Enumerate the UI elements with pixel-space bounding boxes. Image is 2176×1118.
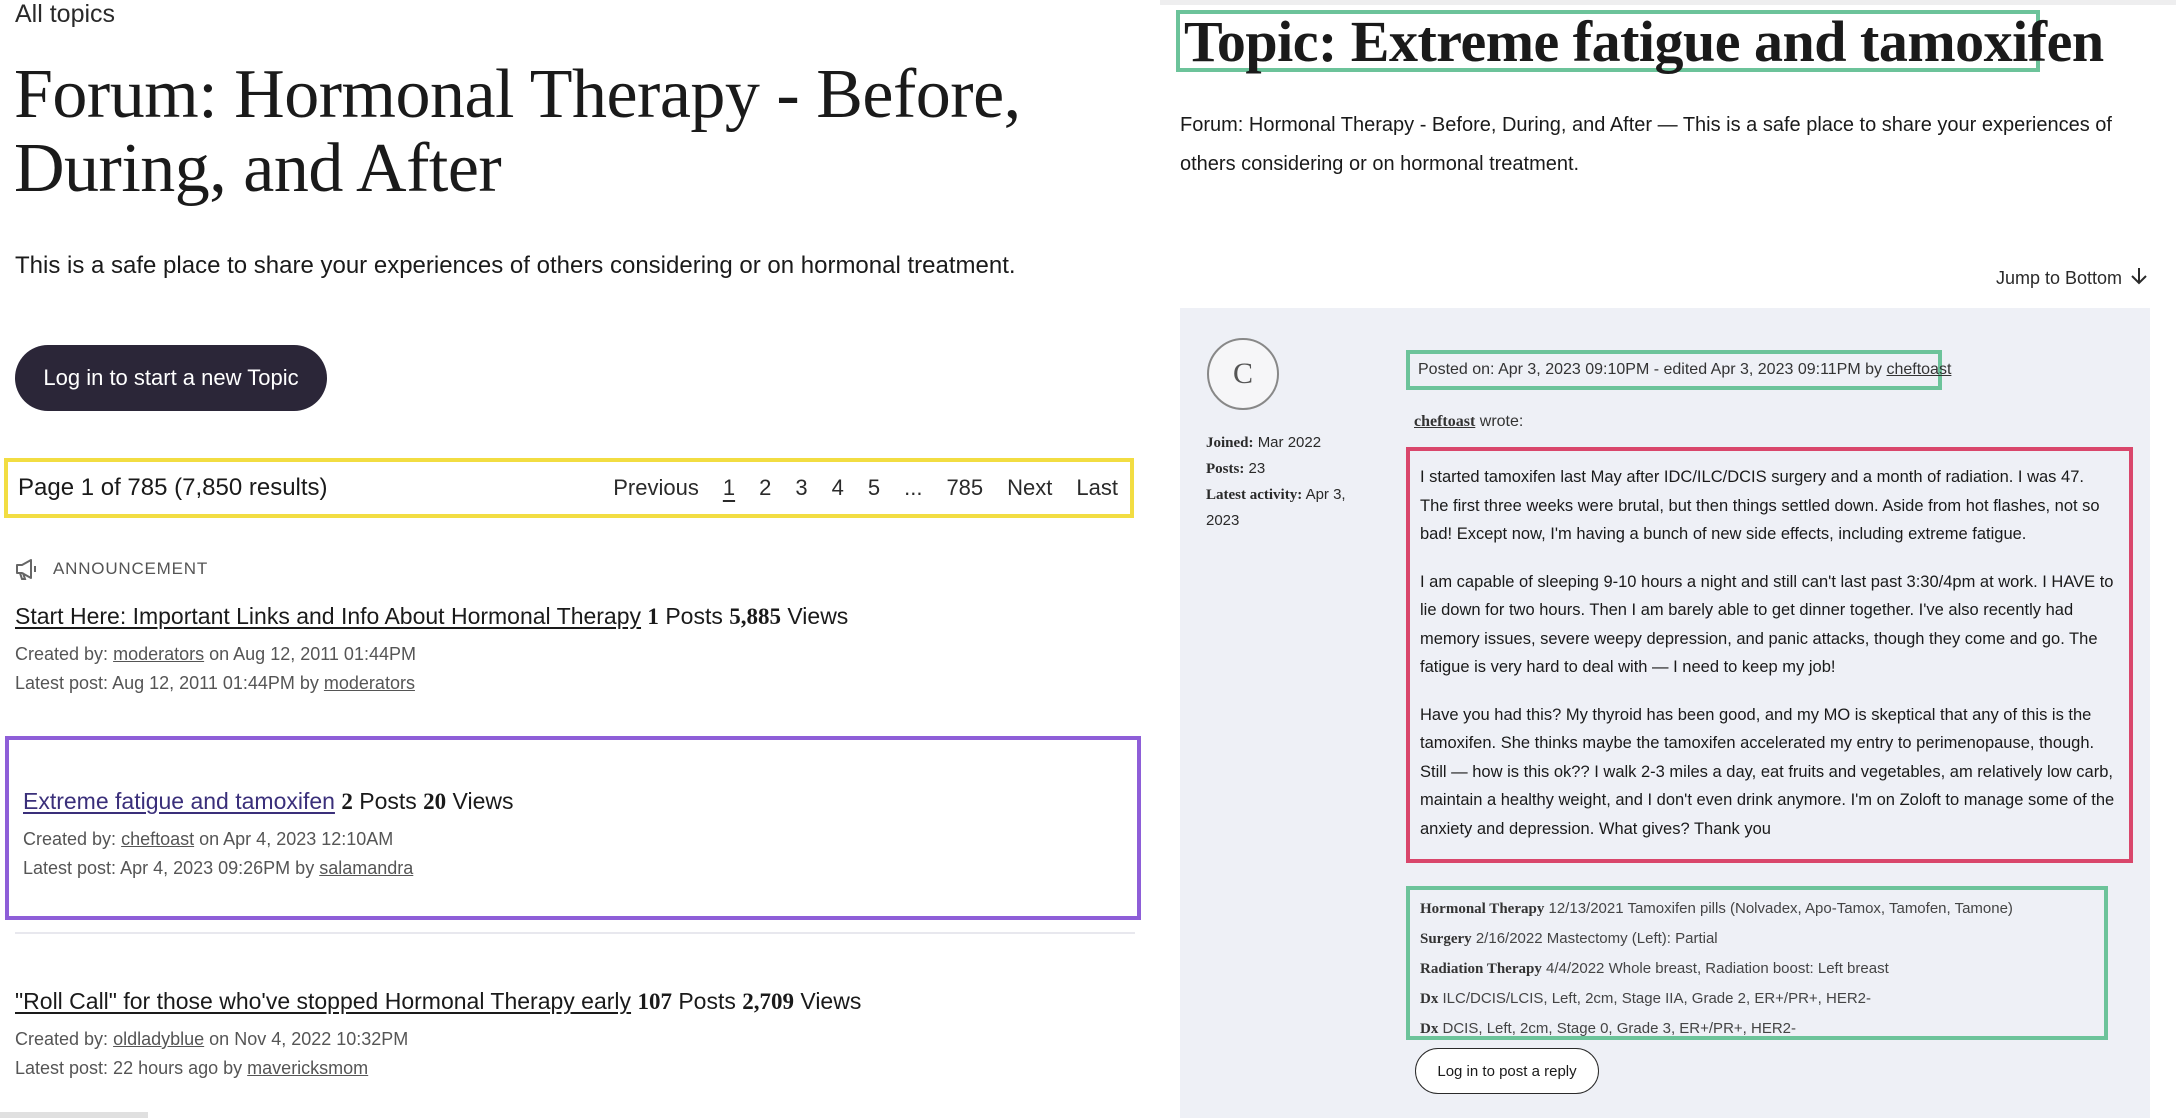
pagination-page-5[interactable]: 5 [868, 475, 880, 501]
arrow-down-icon [2130, 266, 2148, 291]
topic-posts-count: 2 [341, 789, 353, 814]
topic-author-link[interactable]: oldladyblue [113, 1029, 204, 1049]
signature-row: Dx DCIS, Left, 2cm, Stage 0, Grade 3, ER… [1420, 1014, 2104, 1044]
topic-views-count: 5,885 [729, 604, 781, 629]
joined-label: Joined: [1206, 435, 1254, 451]
topic-divider [15, 932, 1135, 934]
topic-row: Start Here: Important Links and Info Abo… [15, 603, 848, 698]
author-info: Joined: Mar 2022 Posts: 23 Latest activi… [1206, 430, 1366, 533]
post-paragraph: I started tamoxifen last May after IDC/I… [1420, 468, 2100, 543]
post-body: I started tamoxifen last May after IDC/I… [1406, 447, 2133, 863]
latest-post-user-link[interactable]: salamandra [319, 858, 413, 878]
posts-label: Posts: [1206, 461, 1245, 477]
forum-panel: All topics Forum: Hormonal Therapy - Bef… [0, 0, 1160, 1118]
quote-header: cheftoast wrote: [1414, 413, 1523, 431]
signature-row: Surgery 2/16/2022 Mastectomy (Left): Par… [1420, 924, 2104, 954]
quote-wrote-label: wrote: [1479, 413, 1524, 430]
topic-title-box: Topic: Extreme fatigue and tamoxifen [1176, 9, 2104, 74]
created-on-date: on Apr 4, 2023 12:10AM [199, 829, 394, 849]
post-card: C Joined: Mar 2022 Posts: 23 Latest acti… [1180, 308, 2150, 1118]
jump-to-bottom-link[interactable]: Jump to Bottom [1996, 266, 2148, 291]
pagination-bar: Page 1 of 785 (7,850 results) Previous 1… [4, 458, 1134, 518]
announcement-label: ANNOUNCEMENT [53, 559, 209, 578]
pagination-previous[interactable]: Previous [613, 475, 699, 501]
topic-views-label: Views [452, 788, 514, 814]
latest-post-prefix: Latest post: Aug 12, 2011 01:44PM by [15, 673, 319, 693]
topic-title: Topic: Extreme fatigue and tamoxifen [1184, 8, 2104, 74]
topic-title-link[interactable]: "Roll Call" for those who've stopped Hor… [15, 988, 631, 1014]
pagination-ellipsis: ... [904, 475, 923, 500]
treatment-signature: Hormonal Therapy 12/13/2021 Tamoxifen pi… [1406, 886, 2108, 1040]
breadcrumb-all-topics[interactable]: All topics [15, 0, 115, 29]
latest-post-user-link[interactable]: moderators [324, 673, 415, 693]
created-by-prefix: Created by: [15, 1029, 109, 1049]
pagination-summary: Page 1 of 785 (7,850 results) [18, 474, 328, 501]
created-on-date: on Aug 12, 2011 01:44PM [209, 644, 416, 664]
topic-panel: Topic: Extreme fatigue and tamoxifen For… [1160, 0, 2176, 1118]
forum-description: This is a safe place to share your exper… [15, 252, 1016, 279]
posted-on-text: Posted on: Apr 3, 2023 09:10PM - edited … [1418, 361, 1883, 378]
signature-label: Surgery [1420, 931, 1472, 947]
topic-author-link[interactable]: moderators [113, 644, 204, 664]
latest-post-user-link[interactable]: mavericksmom [247, 1058, 368, 1078]
latest-activity-label: Latest activity: [1206, 487, 1303, 503]
signature-value: DCIS, Left, 2cm, Stage 0, Grade 3, ER+/P… [1442, 1020, 1796, 1037]
signature-value: 2/16/2022 Mastectomy (Left): Partial [1475, 930, 1718, 947]
topic-title-link[interactable]: Start Here: Important Links and Info Abo… [15, 603, 641, 629]
pagination-page-1[interactable]: 1 [723, 475, 735, 501]
topic-posts-label: Posts [665, 603, 723, 629]
jump-to-bottom-label: Jump to Bottom [1995, 268, 2122, 288]
created-by-prefix: Created by: [15, 644, 109, 664]
megaphone-icon [15, 558, 41, 580]
topic-author-link[interactable]: cheftoast [121, 829, 194, 849]
posted-on-line: Posted on: Apr 3, 2023 09:10PM - edited … [1406, 350, 1951, 390]
posts-value: 23 [1248, 460, 1266, 477]
signature-row: Radiation Therapy 4/4/2022 Whole breast,… [1420, 954, 2104, 984]
pagination-page-4[interactable]: 4 [832, 475, 844, 501]
topic-views-count: 20 [423, 789, 447, 814]
topic-views-count: 2,709 [742, 989, 794, 1014]
post-paragraph: Have you had this? My thyroid has been g… [1420, 705, 2115, 838]
post-reply-button[interactable]: Log in to post a reply [1415, 1048, 1599, 1094]
topic-forum-description: Forum: Hormonal Therapy - Before, During… [1180, 114, 2112, 175]
pagination-next[interactable]: Next [1007, 475, 1052, 501]
latest-post-prefix: Latest post: Apr 4, 2023 09:26PM by [23, 858, 315, 878]
signature-label: Dx [1420, 1021, 1439, 1037]
pagination-page-last-number[interactable]: 785 [946, 475, 983, 501]
pagination-last[interactable]: Last [1076, 475, 1118, 501]
post-author-link[interactable]: cheftoast [1886, 361, 1951, 379]
start-new-topic-button[interactable]: Log in to start a new Topic [15, 345, 327, 411]
topic-posts-count: 107 [637, 989, 672, 1014]
signature-value: 12/13/2021 Tamoxifen pills (Nolvadex, Ap… [1548, 900, 2013, 917]
topic-views-label: Views [800, 988, 862, 1014]
topic-row: "Roll Call" for those who've stopped Hor… [15, 988, 861, 1083]
topic-posts-label: Posts [359, 788, 417, 814]
avatar[interactable]: C [1207, 338, 1279, 410]
post-paragraph: I am capable of sleeping 9-10 hours a ni… [1420, 572, 2114, 677]
signature-row: Hormonal Therapy 12/13/2021 Tamoxifen pi… [1420, 894, 2104, 924]
scroll-edge [0, 1112, 148, 1118]
signature-value: ILC/DCIS/LCIS, Left, 2cm, Stage IIA, Gra… [1442, 990, 1872, 1007]
topic-posts-label: Posts [678, 988, 736, 1014]
announcement-header: ANNOUNCEMENT [15, 558, 208, 580]
signature-value: 4/4/2022 Whole breast, Radiation boost: … [1546, 960, 1889, 977]
topic-title-link[interactable]: Extreme fatigue and tamoxifen [23, 788, 335, 814]
pagination-page-3[interactable]: 3 [795, 475, 807, 501]
latest-post-prefix: Latest post: 22 hours ago by [15, 1058, 243, 1078]
topic-views-label: Views [787, 603, 849, 629]
created-by-prefix: Created by: [23, 829, 117, 849]
signature-label: Hormonal Therapy [1420, 901, 1545, 917]
signature-row: Dx ILC/DCIS/LCIS, Left, 2cm, Stage IIA, … [1420, 984, 2104, 1014]
created-on-date: on Nov 4, 2022 10:32PM [209, 1029, 409, 1049]
forum-title: Forum: Hormonal Therapy - Before, During… [14, 56, 1021, 207]
top-strip [1160, 0, 2176, 5]
quote-author-link[interactable]: cheftoast [1414, 413, 1475, 430]
signature-label: Radiation Therapy [1420, 961, 1542, 977]
pagination-links: Previous 1 2 3 4 5 ... 785 Next Last [589, 475, 1118, 501]
topic-posts-count: 1 [647, 604, 659, 629]
joined-value: Mar 2022 [1257, 434, 1322, 451]
topic-row: Extreme fatigue and tamoxifen 2 Posts 20… [23, 788, 513, 883]
signature-label: Dx [1420, 991, 1439, 1007]
pagination-page-2[interactable]: 2 [759, 475, 771, 501]
